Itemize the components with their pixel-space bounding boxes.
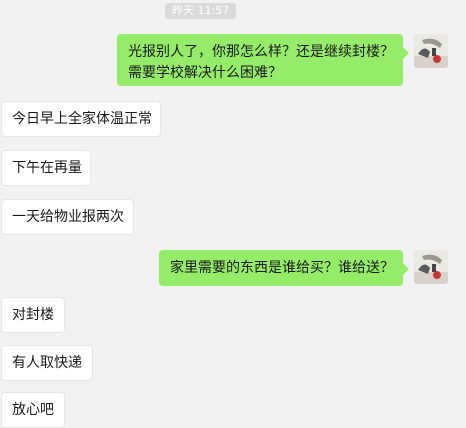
message-text: 一天给物业报两次 — [12, 209, 124, 225]
message-text-line: 需要学校解决什么困难？ — [128, 65, 282, 81]
message-text: 有人取快递 — [12, 355, 82, 371]
message-text: 家里需要的东西是谁给买？谁给送？ — [170, 260, 394, 276]
message-text-line: 光报别人了，你那怎么样？还是继续封楼？ — [128, 44, 394, 60]
message-text: 下午在再量 — [12, 160, 82, 176]
message-text: 放心吧 — [12, 402, 54, 418]
incoming-message-bubble[interactable]: 一天给物业报两次 — [1, 199, 134, 235]
outgoing-message-bubble[interactable]: 家里需要的东西是谁给买？谁给送？ — [159, 250, 409, 286]
incoming-message-bubble[interactable]: 有人取快递 — [1, 345, 93, 381]
message-text: 对封楼 — [12, 307, 54, 323]
incoming-message-bubble[interactable]: 对封楼 — [1, 297, 65, 333]
incoming-message-bubble[interactable]: 放心吧 — [1, 392, 65, 428]
user-avatar-icon[interactable] — [414, 34, 448, 68]
user-avatar-icon[interactable] — [414, 250, 448, 284]
outgoing-message-bubble[interactable]: 光报别人了，你那怎么样？还是继续封楼？ 需要学校解决什么困难？ — [117, 34, 409, 86]
message-timestamp: 昨天 11:57 — [165, 3, 237, 19]
chat-window: 昨天 11:57 光报别人了，你那怎么样？还是继续封楼？ 需要学校解决什么困难？… — [0, 0, 466, 428]
incoming-message-bubble[interactable]: 今日早上全家体温正常 — [1, 101, 161, 137]
incoming-message-bubble[interactable]: 下午在再量 — [1, 150, 91, 186]
message-text: 今日早上全家体温正常 — [12, 111, 152, 127]
